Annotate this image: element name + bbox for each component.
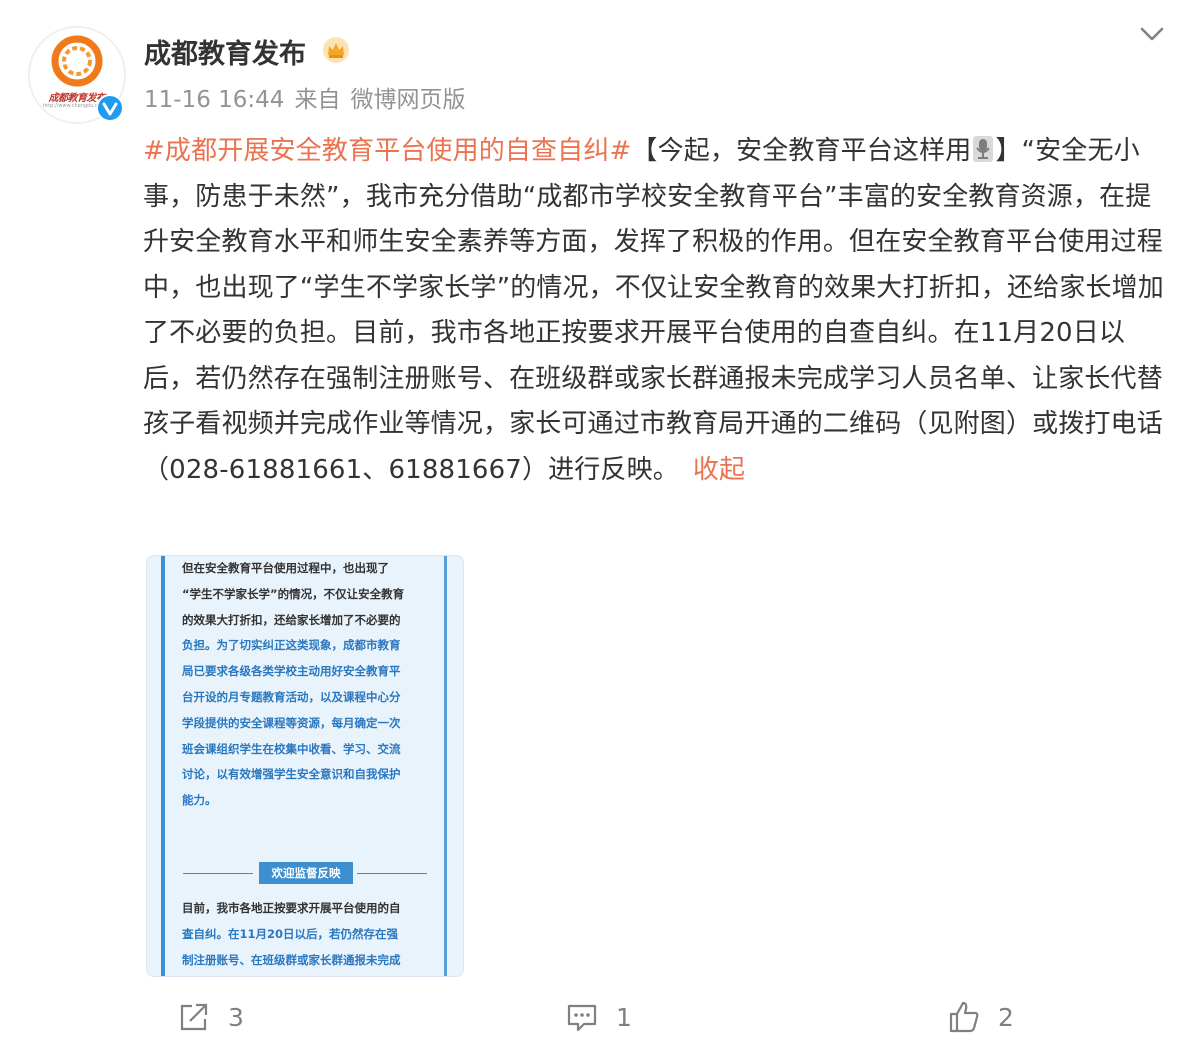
attachment-text-line: 讨论，以有效增强学生安全意识和自我保护 [182,767,401,782]
collapse-link[interactable]: 收起 [693,455,745,485]
attachment-text-line: 的效果大打折扣，还给家长增加了不必要的 [182,612,401,627]
attachment-text-line: 制注册账号、在班级群或家长群通报未完成 [182,952,401,967]
attachment-text-block: 但在安全教育平台使用过程中，也出现了 “学生不学家长学”的情况，不仅让安全教育 的效… [182,556,432,814]
attachment-text-line: 局已要求各级各类学校主动用好安全教育平 [182,664,401,679]
post-text-body: 】“安全无小事，防患于未然”，我市充分借助“成都市学校安全教育平台”丰富的安全教… [143,136,1164,485]
attachment-right-border [444,556,447,976]
comment-count: 1 [616,1002,632,1032]
attachment-text-line: 负担。为了切实纠正这类现象，成都市教育 [182,638,401,653]
attachment-section-header: 欢迎监督反映 [183,862,427,884]
attachment-image[interactable]: 但在安全教育平台使用过程中，也出现了 “学生不学家长学”的情况，不仅让安全教育 的效… [146,555,464,977]
section-rule-left [183,873,253,874]
microphone-icon [973,136,994,162]
attachment-text-line: “学生不学家长学”的情况，不仅让安全教育 [182,586,405,601]
account-name[interactable]: 成都教育发布 [144,32,306,71]
like-button[interactable]: 2 [948,995,1014,1039]
verified-badge-icon [96,94,124,122]
post-meta: 11-16 16:44 来自 微博网页版 [144,80,465,114]
attachment-text-line: 能力。 [182,793,217,808]
comment-button[interactable]: 1 [566,995,632,1039]
attachment-text-line: 但在安全教育平台使用过程中，也出现了 [182,561,389,575]
crown-icon [323,37,349,63]
action-bar: 3 1 2 [0,995,1200,1045]
section-tag: 欢迎监督反映 [259,862,353,884]
topic-link[interactable]: #成都开展安全教育平台使用的自查自纠# [143,136,631,166]
thumbs-up-icon [949,1001,979,1033]
logo-icon [51,35,103,87]
post-text-head: 【今起，安全教育平台这样用 [631,136,972,166]
source-label[interactable]: 微博网页版 [350,87,465,113]
section-rule-right [357,873,427,874]
forward-icon [180,1003,208,1031]
attachment-text-block-2: 目前，我市各地正按要求开展平台使用的自 查自纠。在11月20日以后，若仍然存在强制… [182,896,432,973]
like-count: 2 [998,1002,1014,1032]
chevron-down-icon[interactable] [1138,20,1166,48]
forward-button[interactable]: 3 [178,995,244,1039]
attachment-text-line: 学段提供的安全课程等资源，每月确定一次 [182,715,401,730]
source-prefix: 来自 [294,87,341,113]
attachment-text-line: 查自纠。在11月20日以后，若仍然存在强 [182,926,399,941]
comment-icon [567,1004,597,1032]
attachment-text-line: 班会课组织学生在校集中收看、学习、交流 [182,741,401,756]
post-time[interactable]: 11-16 16:44 [144,87,284,113]
attachment-left-border [161,556,165,976]
post-text: #成都开展安全教育平台使用的自查自纠#【今起，安全教育平台这样用 】“安全无小事，… [143,129,1173,493]
forward-count: 3 [228,1002,244,1032]
attachment-text-line: 目前，我市各地正按要求开展平台使用的自 [182,901,401,915]
attachment-text-line: 台开设的月专题教育活动，以及课程中心分 [182,689,401,704]
